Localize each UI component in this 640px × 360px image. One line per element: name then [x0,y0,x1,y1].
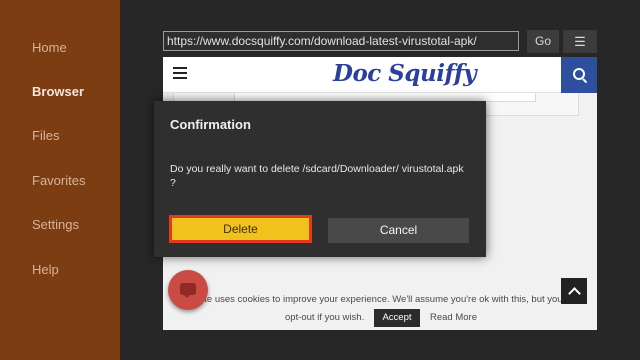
scroll-to-top-button[interactable] [561,278,587,304]
site-search-button[interactable] [561,57,597,93]
cookie-notice-text: site uses cookies to improve your experi… [197,294,563,305]
chat-bubble-icon [180,283,196,298]
sidebar-item-settings[interactable]: Settings [32,217,79,232]
chevron-up-icon [568,287,581,300]
site-logo[interactable]: Doc Squiffy [333,60,477,87]
menu-button[interactable]: ☰ [563,30,597,53]
sidebar: Home Browser Files Favorites Settings He… [0,0,120,360]
cancel-button[interactable]: Cancel [328,218,469,243]
cookie-read-more-link[interactable]: Read More [430,312,477,323]
sidebar-item-help[interactable]: Help [32,262,59,277]
cookie-notice-actions: opt-out if you wish. Accept Read More [163,309,597,327]
dialog-message: Do you really want to delete /sdcard/Dow… [170,163,464,189]
go-button[interactable]: Go [527,30,559,53]
sidebar-item-browser[interactable]: Browser [32,84,84,99]
confirmation-dialog: Confirmation Do you really want to delet… [154,101,486,257]
cookie-accept-button[interactable]: Accept [374,309,420,327]
site-header: Doc Squiffy [163,57,597,93]
chat-button[interactable] [168,270,208,310]
delete-button[interactable]: Delete [169,215,312,243]
sidebar-item-favorites[interactable]: Favorites [32,173,85,188]
dialog-title: Confirmation [170,117,251,132]
cookie-optout-text: opt-out if you wish. [285,312,365,323]
sidebar-item-home[interactable]: Home [32,40,67,55]
menu-icon: ☰ [574,34,586,49]
url-input[interactable]: https://www.docsquiffy.com/download-late… [163,31,519,51]
hamburger-icon[interactable] [173,67,187,79]
sidebar-item-files[interactable]: Files [32,128,59,143]
